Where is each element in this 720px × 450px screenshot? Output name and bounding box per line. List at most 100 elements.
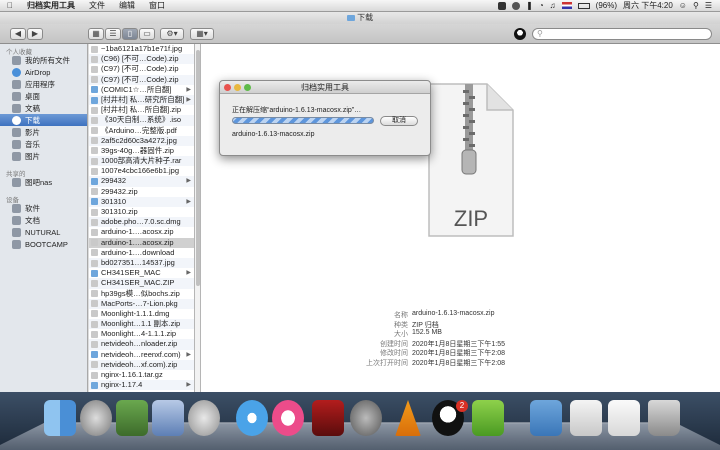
bluetooth-icon[interactable]: ❚ xyxy=(526,1,533,10)
file-row[interactable]: 301310.zip xyxy=(89,207,194,217)
sidebar-item-desktop[interactable]: 桌面 xyxy=(0,90,87,102)
back-button[interactable]: ◀ xyxy=(10,28,26,40)
menu-window[interactable]: 窗口 xyxy=(142,0,172,11)
file-row[interactable]: Moonlight…1.1 副本.zip xyxy=(89,319,194,330)
file-row[interactable]: bd027351…14537.jpg xyxy=(89,257,194,269)
file-row[interactable]: (C97) [不可…Code).zip xyxy=(89,74,194,85)
volume-icon[interactable]: ♫ xyxy=(550,1,556,10)
file-row[interactable]: nginx-1.17.4 ▶ xyxy=(89,380,194,391)
folder-icon xyxy=(91,198,98,206)
mail-icon[interactable] xyxy=(152,400,184,436)
menu-extra-icon[interactable] xyxy=(498,1,507,10)
file-row[interactable]: arduino-1.…acosx.zip xyxy=(89,237,194,248)
zip-file-icon: ZIP xyxy=(428,83,514,237)
sidebar-item-airdrop[interactable]: AirDrop xyxy=(0,66,87,78)
sidebar-item-bootcamp[interactable]: BOOTCAMP xyxy=(0,238,87,250)
file-row[interactable]: 2af5c2d60c3a4272.jpg xyxy=(89,135,194,146)
file-row[interactable]: [村井村] 私…所自翻].zip xyxy=(89,105,194,115)
action-button[interactable]: ⚙▾ xyxy=(160,28,184,40)
file-row[interactable]: Moonlight-1.1.1.dmg xyxy=(89,309,194,319)
zoom-button[interactable] xyxy=(244,84,251,91)
sidebar-item-nutural[interactable]: NUTURAL xyxy=(0,226,87,238)
menu-edit[interactable]: 编辑 xyxy=(112,0,142,11)
forward-button[interactable]: ▶ xyxy=(27,28,43,40)
documents-stack-icon[interactable] xyxy=(570,400,602,436)
file-stack-icon[interactable] xyxy=(608,400,640,436)
file-row[interactable]: 《Arduino…完整版.pdf xyxy=(89,126,194,136)
list-icon[interactable]: ☰ xyxy=(705,1,712,10)
file-row[interactable]: adobe.pho…7.0.sc.dmg xyxy=(89,217,194,228)
sidebar-item-movies[interactable]: 影片 xyxy=(0,126,87,138)
sidebar-item-nas[interactable]: 图吧nas xyxy=(0,176,87,188)
view-list-button[interactable]: ☰ xyxy=(105,28,121,40)
minimize-button[interactable] xyxy=(234,84,241,91)
file-row[interactable]: (C96) [不可…Code).zip xyxy=(89,54,194,65)
sidebar-item-docs-drive[interactable]: 文档 xyxy=(0,214,87,226)
trash-icon[interactable] xyxy=(648,400,680,436)
file-row[interactable]: 301310 ▶ xyxy=(89,196,194,207)
file-row[interactable]: (C97) [不可…Code).zip xyxy=(89,64,194,74)
downloads-stack-icon[interactable] xyxy=(530,400,562,436)
apple-menu-icon[interactable]:  xyxy=(0,1,20,10)
file-row[interactable]: MacPorts-…7-Lion.pkg xyxy=(89,298,194,309)
menu-file[interactable]: 文件 xyxy=(82,0,112,11)
file-row[interactable]: [村井村] 私…研究所自翻] ▶ xyxy=(89,94,194,106)
file-row[interactable]: 299432 ▶ xyxy=(89,176,194,187)
spotlight-icon[interactable]: ⚲ xyxy=(693,1,699,10)
system-preferences-icon[interactable] xyxy=(350,400,382,436)
file-row[interactable]: ~1ba6121a17b1e71f.jpg xyxy=(89,44,194,54)
file-row[interactable]: netvideoh…nloader.zip xyxy=(89,339,194,350)
sidebar-item-documents[interactable]: 文稿 xyxy=(0,102,87,114)
file-row[interactable]: Moonlight…4-1.1.1.zip xyxy=(89,329,194,339)
sidebar-item-downloads[interactable]: 下载 xyxy=(0,114,87,126)
drive-icon xyxy=(12,227,21,237)
file-row[interactable]: 《30天自制…系统》.iso xyxy=(89,115,194,126)
cancel-button[interactable]: 取消 xyxy=(380,116,418,126)
battery-icon[interactable] xyxy=(577,2,590,9)
close-button[interactable] xyxy=(224,84,231,91)
file-row[interactable]: hp39gs模…似bochs.zip xyxy=(89,289,194,299)
view-icon-button[interactable]: ▦ xyxy=(88,28,104,40)
safari-icon[interactable] xyxy=(236,400,268,436)
view-column-button[interactable]: ▯ xyxy=(122,28,138,40)
file-row[interactable]: CH341SER_MAC.ZIP xyxy=(89,278,194,289)
file-row[interactable]: netvideoh…xf.com).zip xyxy=(89,359,194,370)
qq-icon[interactable] xyxy=(514,28,526,40)
file-row[interactable]: nginx-1.16.1.tar.gz xyxy=(89,370,194,380)
search-input[interactable]: ⚲ xyxy=(532,28,712,40)
user-icon[interactable]: ☺ xyxy=(679,1,687,10)
wifi-icon[interactable]: ◔ xyxy=(539,1,544,10)
sidebar-item-applications[interactable]: 应用程序 xyxy=(0,78,87,90)
sidebar-item-pictures[interactable]: 图片 xyxy=(0,150,87,162)
file-row[interactable]: arduino-1.…acosx.zip xyxy=(89,227,194,237)
itunes-icon[interactable] xyxy=(272,400,304,436)
finder-icon[interactable] xyxy=(44,400,76,436)
sidebar-item-all-files[interactable]: 我的所有文件 xyxy=(0,54,87,66)
menu-extra-icon-2[interactable] xyxy=(512,1,521,10)
file-row[interactable]: (COMIC1☆…所自翻] ▶ xyxy=(89,85,194,95)
file-list[interactable]: ~1ba6121a17b1e71f.jpg (C96) [不可…Code).zip… xyxy=(89,44,195,392)
scrollbar-thumb[interactable] xyxy=(196,50,200,286)
green-app-icon[interactable] xyxy=(472,400,504,436)
folder-icon xyxy=(346,14,355,21)
file-row[interactable]: 1000部高清大片种子.rar xyxy=(89,156,194,167)
menu-app-name[interactable]: 归档实用工具 xyxy=(20,0,82,11)
clock[interactable]: 周六 下午4:20 xyxy=(623,0,673,11)
view-coverflow-button[interactable]: ▭ xyxy=(139,28,155,40)
file-row[interactable]: netvideoh…reenxf.com) ▶ xyxy=(89,350,194,360)
file-row[interactable]: arduino-1.…download xyxy=(89,248,194,258)
meta-value: 152.5 MB xyxy=(412,329,442,336)
file-row[interactable]: 39gs-40g…器固件.zip xyxy=(89,146,194,156)
arrange-button[interactable]: ▦▾ xyxy=(190,28,214,40)
file-row[interactable]: 1007e4cbc166e6b1.jpg xyxy=(89,166,194,176)
file-row[interactable]: CH341SER_MAC ▶ xyxy=(89,268,194,278)
sidebar-item-music[interactable]: 音乐 xyxy=(0,138,87,150)
launchpad-icon[interactable] xyxy=(80,400,112,436)
file-row[interactable]: 299432.zip xyxy=(89,187,194,197)
network-icon[interactable] xyxy=(188,400,220,436)
photo-icon[interactable] xyxy=(116,400,148,436)
file-icon xyxy=(91,320,98,328)
sidebar-item-software[interactable]: 软件 xyxy=(0,202,87,214)
photo-booth-icon[interactable] xyxy=(312,400,344,436)
flag-icon[interactable] xyxy=(561,2,572,9)
